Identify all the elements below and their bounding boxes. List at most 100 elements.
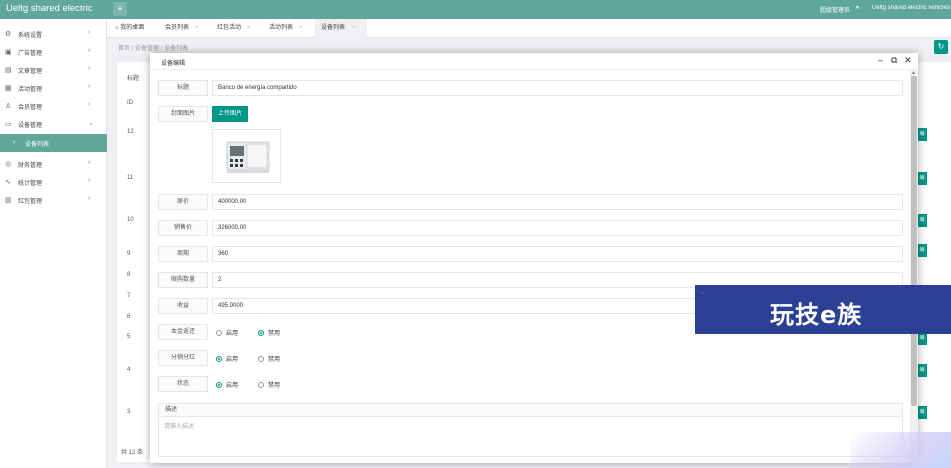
sidebar-item-devices[interactable]: ▭ 设备管理 ⌄ [0, 115, 107, 133]
description-label: 描述 [158, 403, 903, 417]
tab-member-list[interactable]: 会员列表 [159, 19, 189, 38]
description-textarea[interactable]: 请输入描述 [158, 417, 903, 457]
table-cell-id: 8 [127, 272, 131, 278]
dividend-enable-radio[interactable]: 启用 [216, 354, 238, 363]
status-enable-radio[interactable]: 启用 [216, 380, 238, 389]
breadcrumb-device[interactable]: 设备管理 [135, 46, 159, 52]
title-input[interactable]: Banco de energía compartido [212, 80, 903, 96]
close-icon[interactable]: ✕ [904, 55, 912, 66]
sale-price-label: 销售价 [158, 220, 208, 236]
image-icon: ▣ [5, 49, 12, 56]
site-name-link[interactable]: Ueltg shared electric vehicles [872, 5, 951, 11]
refresh-icon: ↻ [937, 42, 945, 51]
close-icon[interactable]: × [195, 19, 199, 38]
sidebar-item-label: 红包管理 [18, 199, 43, 205]
device-edit-modal: 设备编辑 – ⧉ ✕ 标题 Banco de energía compartid… [150, 53, 918, 463]
upload-image-button[interactable]: 上传图片 [212, 106, 248, 122]
menu-toggle-button[interactable]: ≡ [113, 2, 127, 16]
home-icon: ⌂ [115, 25, 119, 31]
table-cell-id: 5 [127, 334, 131, 340]
chevron-left-icon: ‹ [88, 83, 91, 90]
tab-desktop[interactable]: ⌂ 我的桌面 [109, 19, 144, 38]
chart-icon: ∿ [5, 179, 11, 186]
close-icon[interactable]: × [247, 19, 251, 38]
chevron-left-icon: ‹ [88, 177, 91, 184]
chevron-down-icon: ⌄ [88, 120, 94, 127]
table-cell-id: 3 [127, 409, 131, 415]
cycle-input[interactable]: 360 [212, 246, 903, 262]
principal-enable-radio[interactable]: 启用 [216, 328, 238, 337]
status-disable-radio[interactable]: 禁用 [258, 380, 280, 389]
principal-disable-radio[interactable]: 禁用 [258, 328, 280, 337]
sidebar-item-device-list[interactable]: › 设备列表 [0, 134, 107, 152]
title-label: 标题 [158, 80, 208, 96]
table-cell-id: 6 [127, 314, 131, 320]
limit-label: 限购数量 [158, 272, 208, 288]
tab-activity-list[interactable]: 活动列表 [263, 19, 293, 38]
sidebar-item-label: 财务管理 [18, 163, 43, 169]
tab-bar: ⌂ 我的桌面 会员列表 × 红包活动 × 活动列表 × 设备列表 × [107, 19, 951, 38]
sidebar-item-label: 文章管理 [18, 69, 43, 75]
sidebar-item-activities[interactable]: ▦ 活动管理 ‹ [0, 79, 107, 97]
chevron-left-icon: ‹ [88, 159, 91, 166]
chevron-left-icon: ‹ [88, 195, 91, 202]
tab-redpacket[interactable]: 红包活动 [211, 19, 241, 38]
row-edit-button[interactable]: 编 [917, 214, 927, 227]
caret-down-icon[interactable]: ▼ [855, 5, 860, 11]
sidebar-item-system[interactable]: ⚙ 系统设置 ‹ [0, 25, 107, 43]
chevron-left-icon: ‹ [88, 65, 91, 72]
tab-device-list[interactable]: 设备列表 [315, 19, 367, 38]
row-edit-button[interactable]: 编 [917, 244, 927, 257]
device-icon: ▭ [5, 121, 12, 128]
row-edit-button[interactable]: 编 [917, 364, 927, 377]
tab-label: 红包活动 [217, 25, 242, 31]
maximize-icon[interactable]: ⧉ [891, 55, 897, 66]
table-total: 共 12 条 [121, 450, 144, 456]
breadcrumb: 首页 / 设备管理 / 设备列表 [118, 46, 189, 52]
admin-menu[interactable]: 超级管理员 [820, 5, 850, 14]
refresh-button[interactable]: ↻ [934, 40, 948, 54]
sale-price-input[interactable]: 326000.00 [212, 220, 903, 236]
cover-label: 封面图片 [158, 106, 208, 122]
tab-label: 设备列表 [321, 25, 346, 31]
modal-title: 设备编辑 [161, 61, 186, 67]
watermark-text: 玩技e族 [770, 301, 863, 329]
close-icon[interactable]: × [299, 19, 303, 38]
tab-label: 我的桌面 [120, 25, 145, 31]
watermark-dot: • [702, 290, 704, 295]
row-edit-button[interactable]: 编 [917, 172, 927, 185]
sidebar-item-finance[interactable]: ◎ 财务管理 ‹ [0, 155, 107, 173]
sidebar-item-label: 广告管理 [18, 51, 43, 57]
gear-icon: ⚙ [5, 31, 12, 38]
chevron-left-icon: ‹ [88, 47, 91, 54]
minimize-icon[interactable]: – [878, 55, 883, 65]
top-bar: Ueltg shared electric ≡ 超级管理员 ▼ Ueltg sh… [0, 0, 951, 19]
tab-label: 会员列表 [165, 25, 190, 31]
user-icon: ♙ [5, 103, 12, 110]
document-icon: ▤ [5, 67, 12, 74]
corner-glow [850, 432, 951, 468]
cycle-label: 周期 [158, 246, 208, 262]
row-edit-button[interactable]: 编 [917, 128, 927, 141]
row-edit-button[interactable]: 编 [917, 406, 927, 419]
scrollbar-thumb[interactable] [911, 76, 917, 406]
sidebar-item-members[interactable]: ♙ 会员管理 ‹ [0, 97, 107, 115]
sidebar-item-statistics[interactable]: ∿ 统计管理 ‹ [0, 173, 107, 191]
breadcrumb-home[interactable]: 首页 [118, 46, 130, 52]
sidebar-item-ads[interactable]: ▣ 广告管理 ‹ [0, 43, 107, 61]
sidebar-item-label: 会员管理 [18, 105, 43, 111]
modal-scrollbar[interactable]: ▲ [910, 70, 918, 463]
sidebar-item-articles[interactable]: ▤ 文章管理 ‹ [0, 61, 107, 79]
chevron-left-icon: ‹ [88, 101, 91, 108]
table-cell-id: 10 [127, 217, 134, 223]
gift-icon: ▥ [5, 197, 12, 204]
close-icon[interactable]: × [352, 19, 356, 38]
table-header-id: ID [127, 100, 133, 106]
sidebar-item-redpacket[interactable]: ▥ 红包管理 ‹ [0, 191, 107, 209]
status-label: 状态 [158, 376, 208, 392]
price-label: 原价 [158, 194, 208, 210]
price-input[interactable]: 400000.00 [212, 194, 903, 210]
watermark-banner: • 玩技e族 [695, 285, 951, 334]
sidebar-item-label: 统计管理 [18, 181, 43, 187]
dividend-disable-radio[interactable]: 禁用 [258, 354, 280, 363]
